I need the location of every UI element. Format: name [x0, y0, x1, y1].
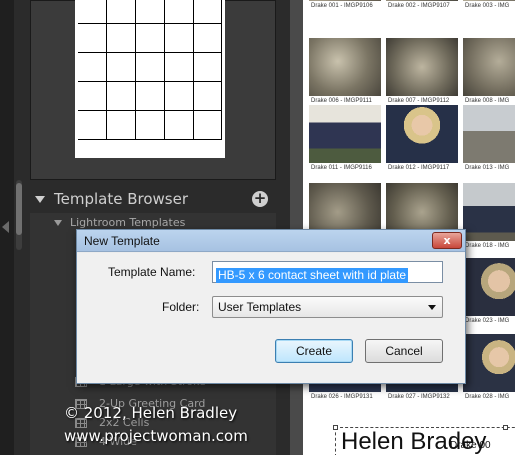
template-browser-header[interactable]: Template Browser + [30, 187, 276, 213]
thumbnail-caption: Drake 028 - IMG [465, 394, 510, 400]
cancel-button[interactable]: Cancel [365, 339, 443, 363]
thumbnail-photo [386, 38, 458, 96]
dialog-body: Template Name: HB-5 x 6 contact sheet wi… [77, 253, 465, 383]
folder-select-value: User Templates [218, 300, 302, 314]
thumbnail-photo [386, 0, 458, 1]
template-name-value: HB-5 x 6 contact sheet with id plate [216, 268, 409, 283]
thumbnail-caption: Drake 002 - IMGP9107 [388, 3, 450, 9]
thumbnail-caption: Drake 027 - IMGP9132 [388, 394, 450, 400]
thumbnail-caption: Drake 012 - IMGP9117 [388, 165, 450, 171]
thumbnail-caption: Drake 023 - IMG [465, 318, 510, 324]
thumbnail-cell[interactable]: Drake 006 - IMGP9111 [309, 38, 385, 110]
thumbnail-caption: Drake 001 - IMGP9106 [311, 3, 373, 9]
preview-grid [78, 0, 222, 140]
thumbnail-photo [463, 105, 515, 163]
thumbnail-photo [309, 0, 381, 1]
thumbnail-cell[interactable]: Drake 012 - IMGP9117 [386, 105, 462, 177]
thumbnail-photo [463, 183, 515, 241]
thumbnail-caption: Drake 003 - IMG [465, 3, 510, 9]
thumbnail-photo [309, 105, 381, 163]
thumbnail-photo [463, 38, 515, 96]
watermark-copyright: © 2012, Helen Bradley [64, 404, 238, 422]
id-plate-handle[interactable] [503, 425, 508, 430]
thumbnail-caption: Drake 018 - IMG [465, 243, 510, 249]
thumbnail-cell[interactable]: Drake 002 - IMGP9107 [386, 0, 462, 15]
thumbnail-photo [463, 0, 515, 1]
collapse-arrow-icon[interactable] [2, 221, 9, 233]
contact-sheet-page: Drake 001 - IMGP9106 Drake 002 - IMGP910… [303, 0, 515, 455]
folder-label: Folder: [162, 300, 200, 314]
thumbnail-caption: Drake 011 - IMGP9116 [311, 165, 372, 171]
thumbnail-cell[interactable]: Drake 028 - IMG [463, 334, 515, 406]
dialog-title: New Template [84, 234, 160, 248]
thumbnail-caption: Drake 008 - IMG [465, 98, 510, 104]
id-plate-handle[interactable] [333, 425, 338, 430]
dialog-titlebar[interactable]: New Template x [77, 230, 465, 252]
thumbnail-caption: Drake 006 - IMGP9111 [311, 98, 372, 104]
add-template-button[interactable]: + [252, 191, 268, 207]
section-title: Template Browser [54, 190, 188, 208]
close-button[interactable]: x [432, 232, 462, 249]
thumbnail-caption: Drake 007 - IMGP9112 [388, 98, 450, 104]
thumbnail-photo [309, 38, 381, 96]
contact-sheet-area: Drake 001 - IMGP9106 Drake 002 - IMGP910… [290, 0, 515, 455]
thumbnail-cell[interactable]: Drake 023 - IMG [463, 258, 515, 330]
thumbnail-cell[interactable]: Drake 011 - IMGP9116 [309, 105, 385, 177]
thumbnail-cell[interactable]: Drake 003 - IMG [463, 0, 515, 15]
thumbnail-cell[interactable]: Drake 008 - IMG [463, 38, 515, 110]
new-template-dialog: New Template x Template Name: HB-5 x 6 c… [76, 229, 466, 384]
thumbnail-photo [463, 258, 515, 316]
template-name-input[interactable]: HB-5 x 6 contact sheet with id plate [212, 261, 443, 283]
create-button[interactable]: Create [275, 339, 353, 363]
folder-expand-icon[interactable] [54, 220, 62, 226]
folder-select[interactable]: User Templates [212, 296, 443, 318]
watermark-website: www.projectwoman.com [64, 427, 248, 445]
thumbnail-cell[interactable]: Drake 007 - IMGP9112 [386, 38, 462, 110]
template-name-label: Template Name: [108, 265, 196, 279]
thumbnail-photo [386, 105, 458, 163]
thumbnail-photo [463, 334, 515, 392]
thumbnail-caption: Drake 026 - IMGP9131 [311, 394, 373, 400]
chevron-down-icon [428, 305, 436, 310]
thumbnail-caption: Drake 013 - IMG [465, 165, 510, 171]
thumbnail-cell[interactable]: Drake 018 - IMG [463, 183, 515, 255]
page-info-text: Drake 00 [450, 440, 491, 451]
panel-scrollbar-thumb[interactable] [16, 183, 22, 235]
thumbnail-cell[interactable]: Drake 001 - IMGP9106 [309, 0, 385, 15]
thumbnail-cell[interactable]: Drake 013 - IMG [463, 105, 515, 177]
expand-triangle-icon[interactable] [35, 196, 45, 203]
folder-label: Lightroom Templates [70, 216, 186, 229]
